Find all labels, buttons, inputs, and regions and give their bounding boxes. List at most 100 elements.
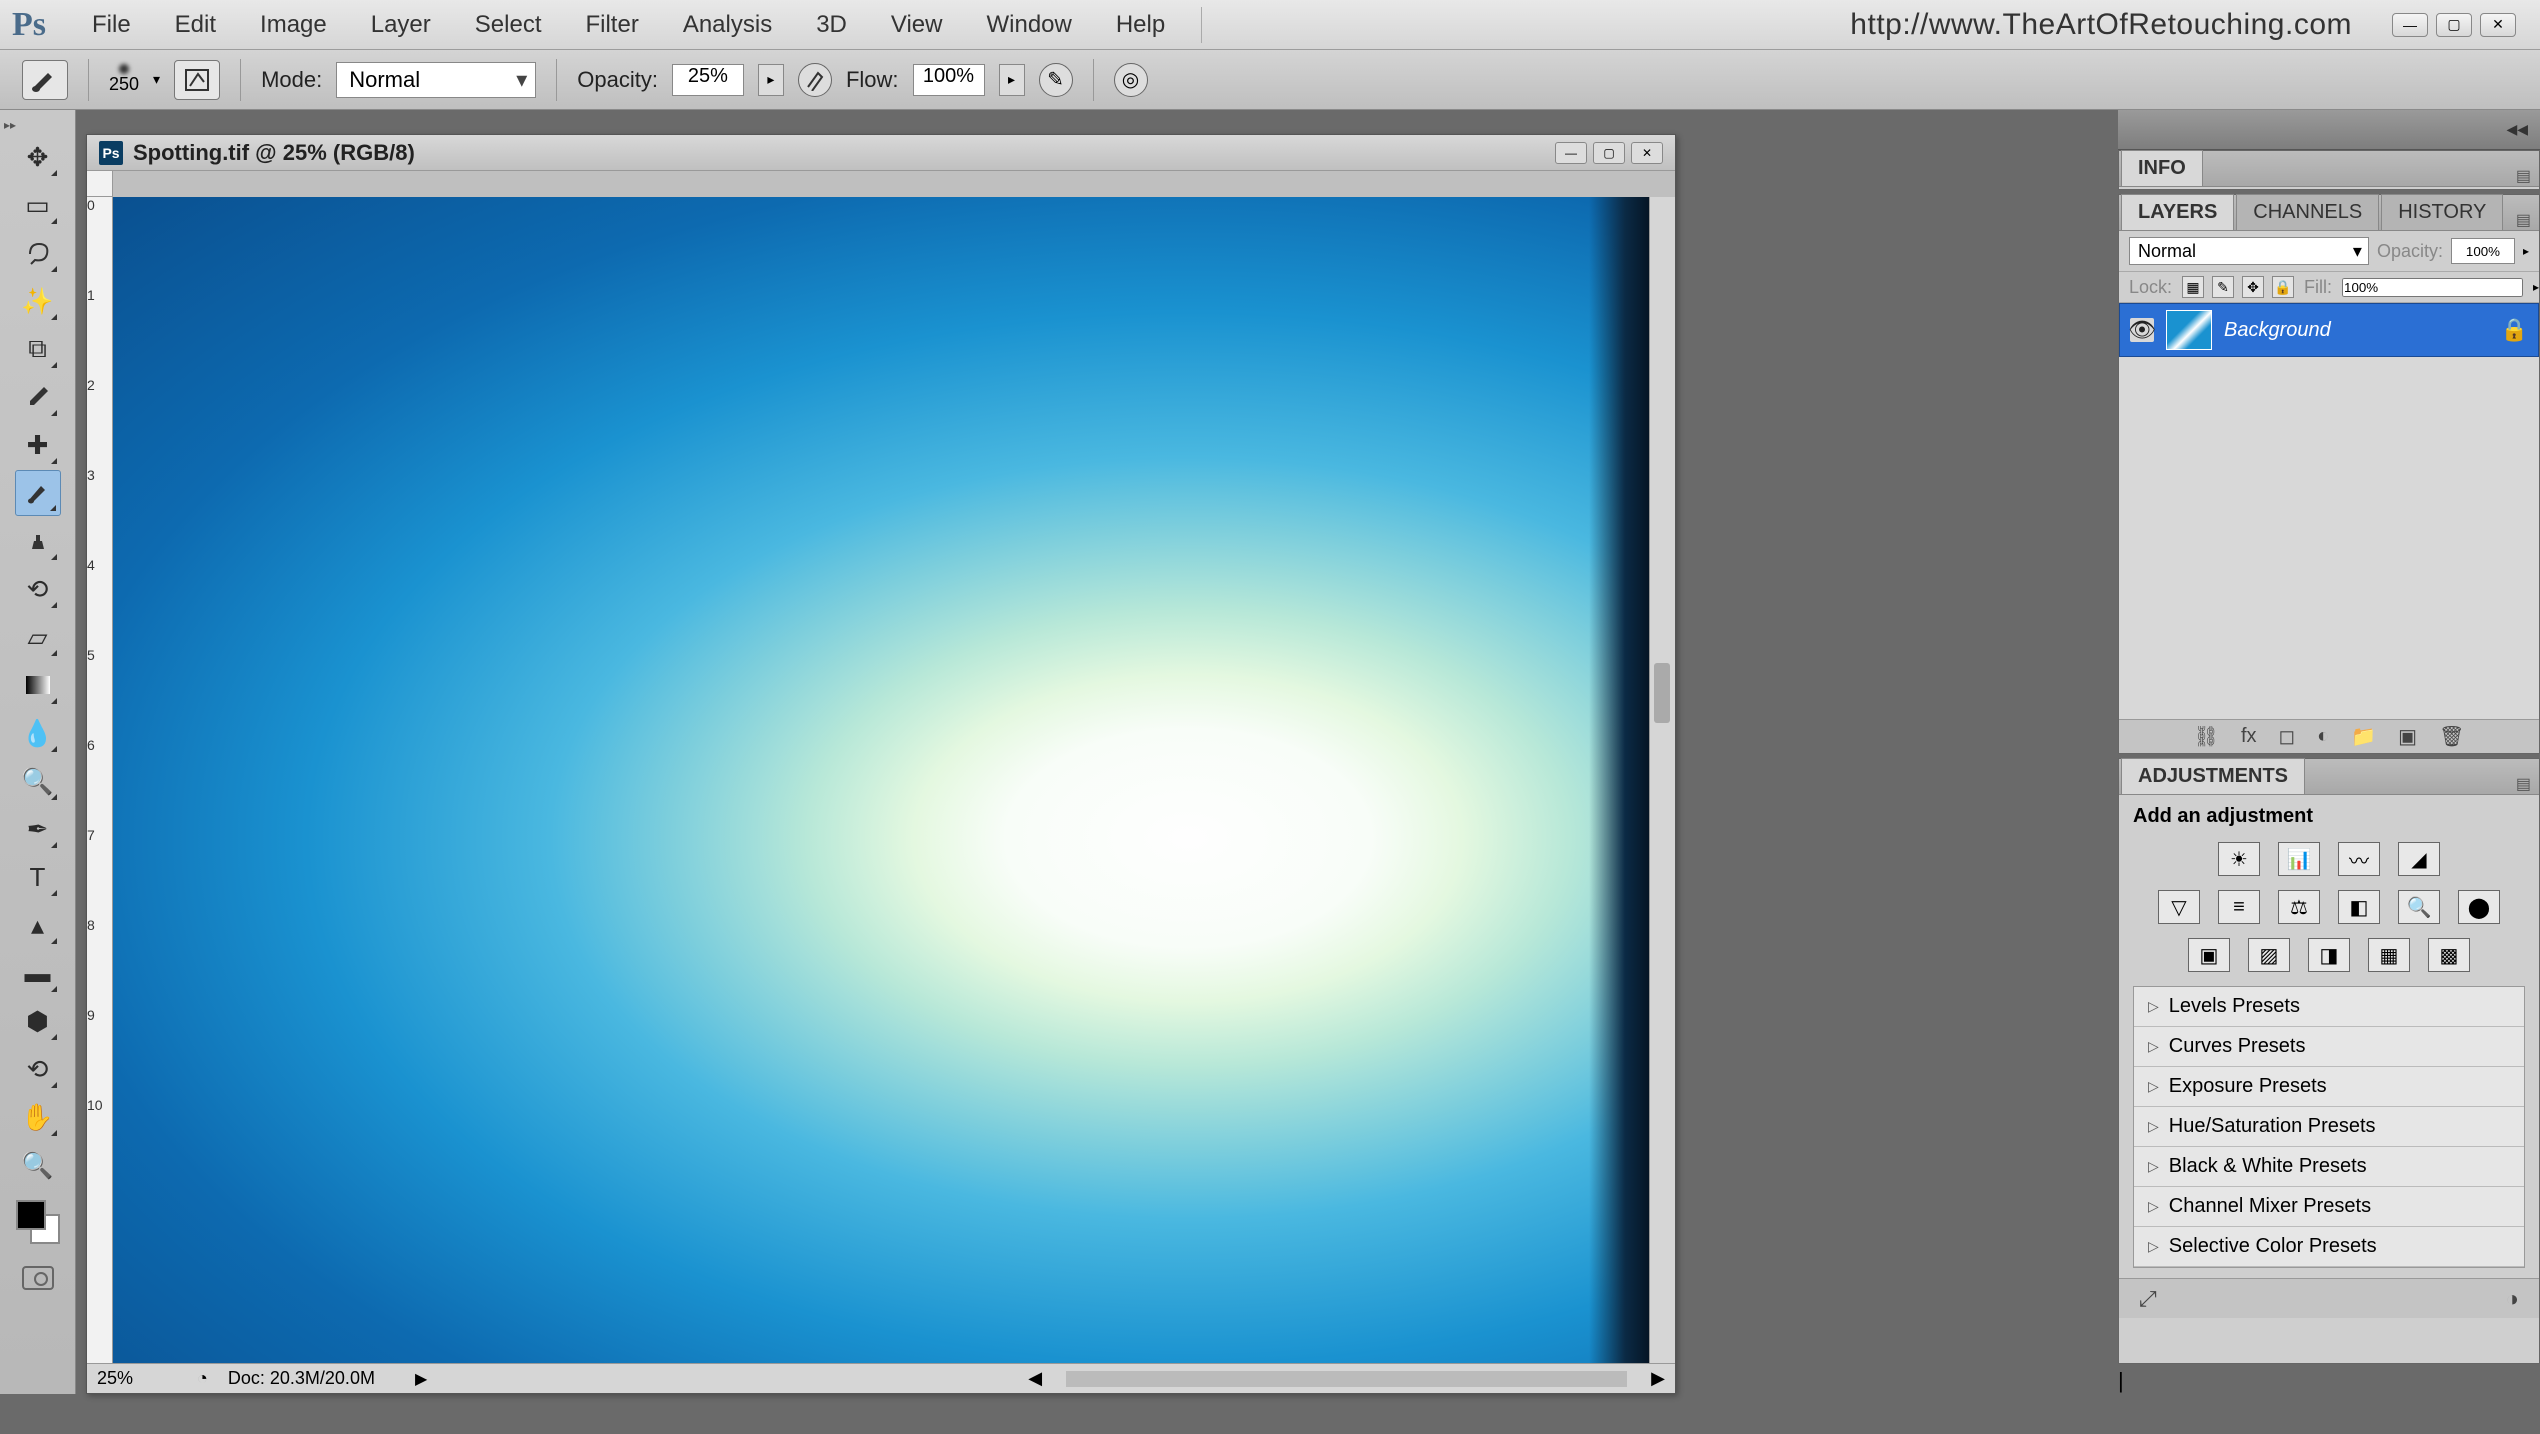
history-brush-tool[interactable]: ⟲ xyxy=(15,566,61,612)
blend-mode-select[interactable]: Normal xyxy=(336,62,536,98)
hscroll-right[interactable]: ▶ xyxy=(1651,1368,1665,1389)
eyedropper-tool[interactable] xyxy=(15,374,61,420)
marquee-tool[interactable]: ▭ xyxy=(15,182,61,228)
zoom-icon[interactable]: ◔ xyxy=(197,1368,208,1389)
color-swatches[interactable] xyxy=(16,1200,60,1244)
doc-maximize[interactable]: ▢ xyxy=(1593,142,1625,164)
flow-input[interactable]: 100% xyxy=(913,64,985,96)
dropdown-arrow-icon[interactable]: ▾ xyxy=(153,71,160,88)
exposure-icon[interactable]: ◢ xyxy=(2398,842,2440,876)
lock-all-icon[interactable]: 🔒 xyxy=(2272,276,2294,298)
shape-tool[interactable]: ▬ xyxy=(15,950,61,996)
threshold-icon[interactable]: ◨ xyxy=(2308,938,2350,972)
preset-row[interactable]: ▷Hue/Saturation Presets xyxy=(2134,1107,2524,1147)
lock-position-icon[interactable]: ✥ xyxy=(2242,276,2264,298)
eraser-tool[interactable]: ▱ xyxy=(15,614,61,660)
menu-3d[interactable]: 3D xyxy=(794,11,869,39)
delete-layer-icon[interactable]: 🗑 xyxy=(2439,724,2464,749)
menu-view[interactable]: View xyxy=(869,11,965,39)
lock-pixels-icon[interactable]: ✎ xyxy=(2212,276,2234,298)
canvas[interactable] xyxy=(113,197,1649,1363)
layer-blend-mode-select[interactable]: Normal xyxy=(2129,237,2369,265)
hue-saturation-icon[interactable]: ≡ xyxy=(2218,890,2260,924)
levels-icon[interactable]: 📊 xyxy=(2278,842,2320,876)
menu-select[interactable]: Select xyxy=(453,11,564,39)
preset-row[interactable]: ▷Exposure Presets xyxy=(2134,1067,2524,1107)
menu-edit[interactable]: Edit xyxy=(153,11,238,39)
photo-filter-icon[interactable]: 🔍 xyxy=(2398,890,2440,924)
opacity-flyout-icon[interactable]: ▸ xyxy=(2523,244,2529,258)
horizontal-scrollbar[interactable] xyxy=(1066,1371,1627,1387)
move-tool[interactable]: ✥ xyxy=(15,134,61,180)
hand-tool[interactable]: ✋ xyxy=(15,1094,61,1140)
layer-mask-icon[interactable]: ◻ xyxy=(2279,724,2296,749)
brush-preset-picker[interactable]: 250 xyxy=(109,64,139,95)
3d-tool[interactable]: ⬢ xyxy=(15,998,61,1044)
hscroll-left[interactable]: ◀ xyxy=(1028,1368,1042,1389)
invert-icon[interactable]: ▣ xyxy=(2188,938,2230,972)
3d-camera-tool[interactable]: ⟲ xyxy=(15,1046,61,1092)
airbrush-toggle-icon[interactable]: ✎ xyxy=(1039,63,1073,97)
menu-filter[interactable]: Filter xyxy=(563,11,660,39)
channel-mixer-icon[interactable]: ⬤ xyxy=(2458,890,2500,924)
lock-transparency-icon[interactable]: ▦ xyxy=(2182,276,2204,298)
group-icon[interactable]: 📁 xyxy=(2351,724,2376,749)
type-tool[interactable]: T xyxy=(15,854,61,900)
zoom-tool[interactable]: 🔍 xyxy=(15,1142,61,1188)
layer-style-icon[interactable]: fx xyxy=(2241,725,2257,748)
opacity-flyout[interactable]: ▸ xyxy=(758,64,784,96)
quick-mask-toggle[interactable] xyxy=(22,1266,54,1290)
vibrance-icon[interactable]: ▽ xyxy=(2158,890,2200,924)
brush-panel-toggle[interactable] xyxy=(174,60,220,100)
curves-icon[interactable]: 〰 xyxy=(2338,842,2380,876)
adjustments-tab[interactable]: ADJUSTMENTS xyxy=(2121,758,2305,794)
vertical-scrollbar[interactable] xyxy=(1649,197,1675,1363)
zoom-level[interactable]: 25% xyxy=(97,1368,177,1389)
history-tab[interactable]: HISTORY xyxy=(2381,194,2503,230)
dodge-tool[interactable]: 🔍 xyxy=(15,758,61,804)
layer-fill-input[interactable] xyxy=(2342,278,2523,297)
vertical-ruler[interactable]: 012345678910 xyxy=(87,197,113,1363)
path-selection-tool[interactable]: ▴ xyxy=(15,902,61,948)
gradient-map-icon[interactable]: ▦ xyxy=(2368,938,2410,972)
crop-tool[interactable]: ⧉ xyxy=(15,326,61,372)
current-tool-icon[interactable] xyxy=(22,60,68,100)
menu-file[interactable]: File xyxy=(70,11,153,39)
doc-close[interactable]: ✕ xyxy=(1631,142,1663,164)
opacity-input[interactable]: 25% xyxy=(672,64,744,96)
fill-flyout-icon[interactable]: ▸ xyxy=(2533,280,2539,294)
lasso-tool[interactable] xyxy=(15,230,61,276)
layer-thumbnail[interactable] xyxy=(2166,310,2212,350)
layers-tab[interactable]: LAYERS xyxy=(2121,194,2234,230)
scrollbar-thumb[interactable] xyxy=(1654,663,1670,723)
ruler-origin[interactable] xyxy=(87,171,113,197)
preset-row[interactable]: ▷Black & White Presets xyxy=(2134,1147,2524,1187)
selective-color-icon[interactable]: ▩ xyxy=(2428,938,2470,972)
minimize-button[interactable]: — xyxy=(2392,13,2428,37)
menu-analysis[interactable]: Analysis xyxy=(661,11,794,39)
layer-row-background[interactable]: 👁 Background 🔒 xyxy=(2119,303,2539,357)
color-balance-icon[interactable]: ⚖ xyxy=(2278,890,2320,924)
clip-to-layer-icon[interactable]: ◑ xyxy=(2506,1286,2519,1312)
new-layer-icon[interactable]: ▣ xyxy=(2398,724,2417,749)
visibility-toggle-icon[interactable]: 👁 xyxy=(2130,318,2154,342)
document-titlebar[interactable]: Ps Spotting.tif @ 25% (RGB/8) — ▢ ✕ xyxy=(87,135,1675,171)
menu-help[interactable]: Help xyxy=(1094,11,1187,39)
maximize-button[interactable]: ▢ xyxy=(2436,13,2472,37)
link-layers-icon[interactable]: ⛓ xyxy=(2194,724,2219,749)
tablet-pressure-opacity-icon[interactable] xyxy=(798,63,832,97)
panel-collapse-strip[interactable]: ◀◀ xyxy=(2118,110,2540,150)
blur-tool[interactable]: 💧 xyxy=(15,710,61,756)
panel-menu-icon[interactable]: ▤ xyxy=(2516,774,2531,794)
expand-view-icon[interactable]: ⤢ xyxy=(2139,1286,2157,1312)
preset-row[interactable]: ▷Levels Presets xyxy=(2134,987,2524,1027)
brush-tool[interactable] xyxy=(15,470,61,516)
menu-image[interactable]: Image xyxy=(238,11,349,39)
clone-stamp-tool[interactable] xyxy=(15,518,61,564)
healing-brush-tool[interactable]: ✚ xyxy=(15,422,61,468)
doc-minimize[interactable]: — xyxy=(1555,142,1587,164)
panel-menu-icon[interactable]: ▤ xyxy=(2516,210,2531,230)
layer-opacity-input[interactable] xyxy=(2451,238,2515,264)
tablet-pressure-size-icon[interactable]: ◎ xyxy=(1114,63,1148,97)
panel-menu-icon[interactable]: ▤ xyxy=(2516,166,2531,186)
